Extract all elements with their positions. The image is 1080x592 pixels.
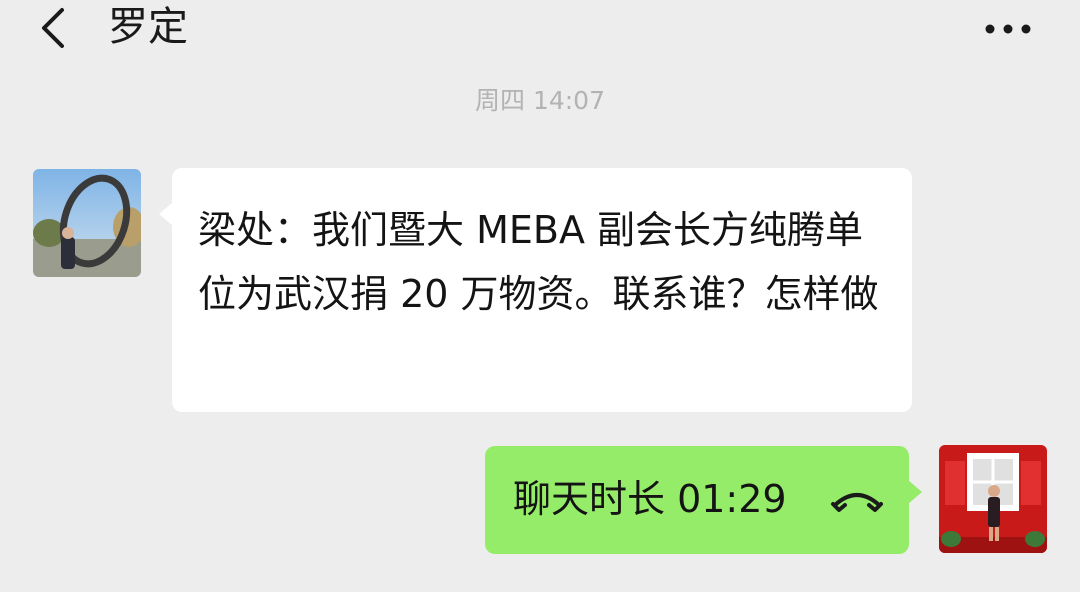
- contact-avatar[interactable]: [33, 169, 141, 277]
- self-avatar[interactable]: [939, 445, 1047, 553]
- self-avatar-photo: [939, 445, 1047, 553]
- chevron-left-icon: [42, 8, 64, 48]
- incoming-message-bubble[interactable]: 梁处：我们暨大 MEBA 副会长方纯腾单位为武汉捐 20 万物资。联系谁？怎样做: [159, 168, 912, 412]
- call-duration-text: 聊天时长 01:29: [513, 477, 787, 521]
- more-dots-icon: [985, 24, 1031, 34]
- more-button[interactable]: [980, 16, 1036, 42]
- chat-header: 罗定: [0, 0, 1080, 60]
- chat-title: 罗定: [108, 4, 188, 50]
- message-timestamp: 周四 14:07: [475, 86, 605, 115]
- call-record-bubble[interactable]: 聊天时长 01:29: [485, 446, 922, 554]
- phone-hangup-icon: [831, 493, 883, 512]
- contact-avatar-photo: [33, 169, 141, 277]
- message-text: 梁处：我们暨大 MEBA 副会长方纯腾单位为武汉捐 20 万物资。联系谁？怎样做: [198, 208, 879, 316]
- back-button[interactable]: [32, 4, 76, 52]
